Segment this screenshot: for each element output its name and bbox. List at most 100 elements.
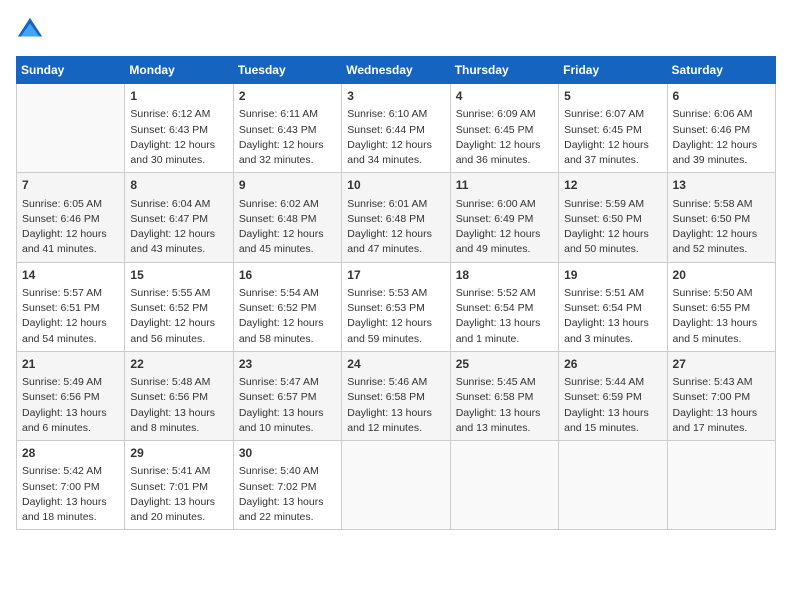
day-number: 23	[239, 356, 336, 373]
day-info-line: Sunset: 6:56 PM	[22, 390, 119, 405]
day-number: 8	[130, 177, 227, 194]
week-row-5: 28 Sunrise: 5:42 AMSunset: 7:00 PM Dayligh…	[17, 441, 776, 530]
day-number: 7	[22, 177, 119, 194]
day-info-line: Sunrise: 5:55 AM	[130, 286, 227, 301]
calendar-cell	[559, 441, 667, 530]
calendar-cell: 4Sunrise: 6:09 AMSunset: 6:45 PMDaylight…	[450, 84, 558, 173]
day-number: 26	[564, 356, 661, 373]
day-info-line: Sunset: 6:59 PM	[564, 390, 661, 405]
day-number: 13	[673, 177, 770, 194]
calendar-cell: 10Sunrise: 6:01 AMSunset: 6:48 PMDayligh…	[342, 173, 450, 262]
day-number: 18	[456, 267, 553, 284]
day-info-line: Sunset: 6:48 PM	[347, 212, 444, 227]
calendar-cell: 1Sunrise: 6:12 AMSunset: 6:43 PMDaylight…	[125, 84, 233, 173]
day-info-line: and 47 minutes.	[347, 242, 444, 257]
day-number: 2	[239, 88, 336, 105]
day-info-line: and 39 minutes.	[673, 153, 770, 168]
day-info-line: Sunrise: 5:41 AM	[130, 464, 227, 479]
day-info-line: Daylight: 12 hours	[22, 227, 119, 242]
day-info-line: Daylight: 13 hours	[239, 495, 336, 510]
day-header-tuesday: Tuesday	[233, 57, 341, 84]
day-info-line: and 17 minutes.	[673, 421, 770, 436]
day-info-line: and 36 minutes.	[456, 153, 553, 168]
day-info-line: Sunset: 7:00 PM	[22, 480, 119, 495]
calendar-cell: 23Sunrise: 5:47 AMSunset: 6:57 PMDayligh…	[233, 351, 341, 440]
day-info-line: and 52 minutes.	[673, 242, 770, 257]
day-info-line: Daylight: 12 hours	[673, 138, 770, 153]
day-info-line: Daylight: 13 hours	[22, 406, 119, 421]
header-row: SundayMondayTuesdayWednesdayThursdayFrid…	[17, 57, 776, 84]
day-info-line: and 43 minutes.	[130, 242, 227, 257]
day-info-line: Sunset: 6:58 PM	[456, 390, 553, 405]
day-number: 21	[22, 356, 119, 373]
day-info-line: and 22 minutes.	[239, 510, 336, 525]
calendar-cell	[450, 441, 558, 530]
logo-icon	[16, 16, 44, 44]
calendar-cell: 26Sunrise: 5:44 AMSunset: 6:59 PMDayligh…	[559, 351, 667, 440]
day-number: 12	[564, 177, 661, 194]
day-info-line: Sunrise: 5:50 AM	[673, 286, 770, 301]
day-info-line: Sunrise: 6:06 AM	[673, 107, 770, 122]
day-info-line: Sunrise: 5:49 AM	[22, 375, 119, 390]
day-info-line: Daylight: 12 hours	[456, 227, 553, 242]
day-info-line: Daylight: 13 hours	[673, 316, 770, 331]
calendar-cell: 7Sunrise: 6:05 AMSunset: 6:46 PMDaylight…	[17, 173, 125, 262]
day-info-line: Sunrise: 5:59 AM	[564, 197, 661, 212]
day-info-line: Daylight: 13 hours	[564, 406, 661, 421]
day-info-line: Daylight: 13 hours	[347, 406, 444, 421]
day-info-line: Sunset: 6:58 PM	[347, 390, 444, 405]
calendar-cell: 12Sunrise: 5:59 AMSunset: 6:50 PMDayligh…	[559, 173, 667, 262]
day-info-line: Sunset: 6:50 PM	[564, 212, 661, 227]
calendar-cell: 19Sunrise: 5:51 AMSunset: 6:54 PMDayligh…	[559, 262, 667, 351]
day-info-line: Daylight: 12 hours	[130, 227, 227, 242]
day-info-line: and 13 minutes.	[456, 421, 553, 436]
day-info-line: Sunset: 6:55 PM	[673, 301, 770, 316]
calendar-cell: 29Sunrise: 5:41 AMSunset: 7:01 PMDayligh…	[125, 441, 233, 530]
day-info-line: Sunrise: 6:07 AM	[564, 107, 661, 122]
day-info-line: Daylight: 13 hours	[456, 406, 553, 421]
day-info-line: Daylight: 12 hours	[130, 138, 227, 153]
day-number: 28	[22, 445, 119, 462]
day-info-line: Daylight: 13 hours	[130, 406, 227, 421]
day-info-line: Sunset: 6:45 PM	[456, 123, 553, 138]
day-number: 6	[673, 88, 770, 105]
day-info-line: Sunrise: 5:58 AM	[673, 197, 770, 212]
day-number: 25	[456, 356, 553, 373]
calendar-cell: 9Sunrise: 6:02 AMSunset: 6:48 PMDaylight…	[233, 173, 341, 262]
day-info-line: Daylight: 12 hours	[673, 227, 770, 242]
day-number: 30	[239, 445, 336, 462]
day-info-line: and 10 minutes.	[239, 421, 336, 436]
day-number: 3	[347, 88, 444, 105]
day-info-line: Sunrise: 5:42 AM	[22, 464, 119, 479]
day-info-line: Sunrise: 5:45 AM	[456, 375, 553, 390]
calendar-cell: 18Sunrise: 5:52 AMSunset: 6:54 PMDayligh…	[450, 262, 558, 351]
day-info-line: Sunset: 6:43 PM	[130, 123, 227, 138]
day-number: 22	[130, 356, 227, 373]
day-info-line: Sunrise: 5:52 AM	[456, 286, 553, 301]
day-info-line: and 58 minutes.	[239, 332, 336, 347]
day-info-line: Sunset: 6:48 PM	[239, 212, 336, 227]
day-info-line: Sunset: 6:53 PM	[347, 301, 444, 316]
day-info-line: Sunset: 6:56 PM	[130, 390, 227, 405]
day-info-line: Sunset: 6:49 PM	[456, 212, 553, 227]
calendar-cell: 24Sunrise: 5:46 AMSunset: 6:58 PMDayligh…	[342, 351, 450, 440]
day-info-line: Sunset: 6:45 PM	[564, 123, 661, 138]
day-info-line: and 34 minutes.	[347, 153, 444, 168]
day-info-line: Sunrise: 6:04 AM	[130, 197, 227, 212]
day-info-line: Sunrise: 5:57 AM	[22, 286, 119, 301]
calendar-cell: 20Sunrise: 5:50 AMSunset: 6:55 PMDayligh…	[667, 262, 775, 351]
day-info-line: and 30 minutes.	[130, 153, 227, 168]
day-info-line: and 6 minutes.	[22, 421, 119, 436]
calendar-cell: 21 Sunrise: 5:49 AMSunset: 6:56 PMDayligh…	[17, 351, 125, 440]
day-info-line: Sunrise: 5:40 AM	[239, 464, 336, 479]
day-info-line: Sunrise: 5:53 AM	[347, 286, 444, 301]
day-info-line: and 15 minutes.	[564, 421, 661, 436]
calendar-cell	[342, 441, 450, 530]
calendar-cell: 15Sunrise: 5:55 AMSunset: 6:52 PMDayligh…	[125, 262, 233, 351]
header	[16, 16, 776, 44]
day-info-line: Sunset: 6:52 PM	[239, 301, 336, 316]
logo	[16, 16, 48, 44]
week-row-1: 1Sunrise: 6:12 AMSunset: 6:43 PMDaylight…	[17, 84, 776, 173]
day-number: 4	[456, 88, 553, 105]
day-info-line: Daylight: 12 hours	[239, 316, 336, 331]
